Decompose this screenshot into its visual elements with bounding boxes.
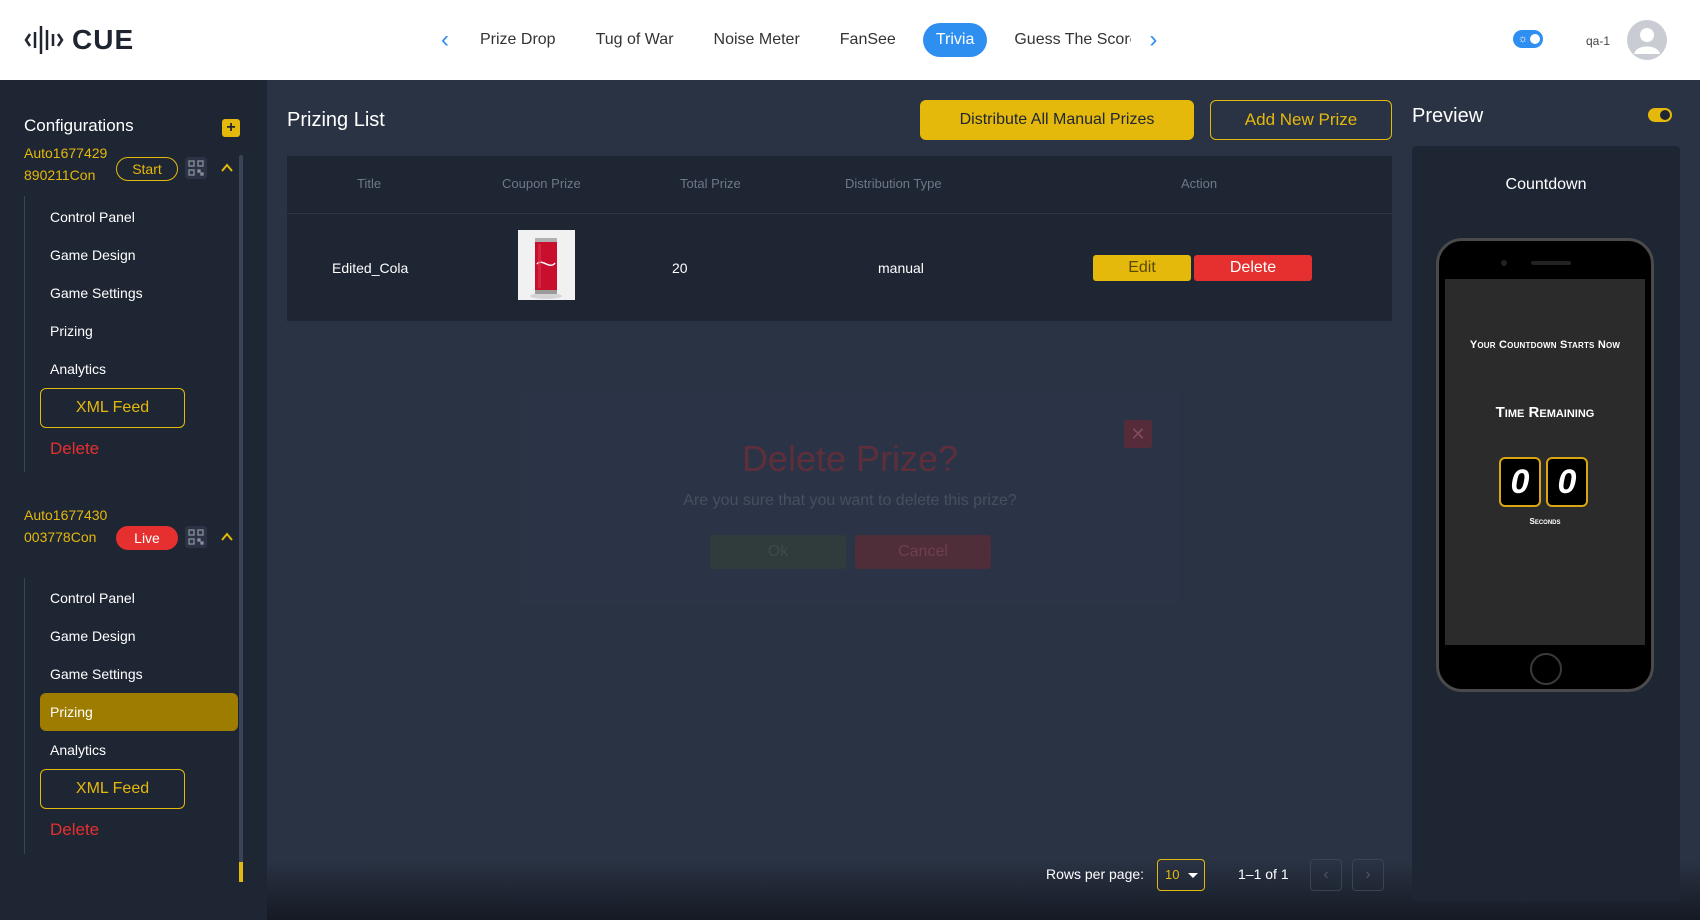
status-badge-live[interactable]: Live: [116, 526, 178, 550]
prizing-table: Title Coupon Prize Total Prize Distribut…: [287, 156, 1392, 321]
cola-can-image: [518, 230, 575, 300]
sidebar-scrollbar[interactable]: [239, 155, 243, 882]
sidebar-item-prizing[interactable]: Prizing: [40, 693, 238, 731]
xml-feed-button[interactable]: XML Feed: [40, 769, 185, 809]
chevron-up-icon[interactable]: [219, 160, 235, 176]
logo-waveform-icon: [24, 26, 64, 54]
sidebar-item-control-panel[interactable]: Control Panel: [40, 579, 238, 617]
seconds-label: Seconds: [1529, 517, 1561, 526]
sun-icon: ☼: [1518, 33, 1529, 45]
rows-per-page-label: Rows per page:: [1046, 866, 1145, 882]
tab-fansee[interactable]: FanSee: [827, 23, 909, 57]
dialog-title: Delete Prize?: [741, 438, 959, 479]
delete-prize-button[interactable]: Delete: [1194, 255, 1312, 281]
delete-config-link[interactable]: Delete: [50, 820, 99, 840]
next-page-button[interactable]: ›: [1352, 859, 1384, 891]
preview-title: Preview: [1412, 105, 1484, 127]
tab-noise-meter[interactable]: Noise Meter: [701, 23, 813, 57]
dialog-message: Are you sure that you want to delete thi…: [683, 492, 1017, 509]
username: qa-1: [1586, 34, 1611, 48]
tab-trivia[interactable]: Trivia: [922, 23, 988, 57]
countdown-heading: Your Countdown Starts Now: [1469, 339, 1621, 351]
sidebar-item-analytics[interactable]: Analytics: [40, 731, 238, 769]
toggle-knob: [1660, 110, 1670, 120]
top-bar: CUE ‹ Prize Drop Tug of War Noise Meter …: [0, 0, 1700, 80]
column-header-distribution: Distribution Type: [845, 176, 942, 191]
column-header-total: Total Prize: [680, 176, 741, 191]
sidebar-item-control-panel[interactable]: Control Panel: [40, 198, 238, 236]
home-button-icon: [1530, 653, 1562, 685]
countdown-digit: 0: [1546, 457, 1588, 507]
camera-icon: [1501, 260, 1507, 266]
cue-logo[interactable]: CUE: [24, 20, 134, 60]
tab-guess-the-score[interactable]: Guess The Score: [1001, 23, 1131, 57]
qr-code-icon[interactable]: [185, 157, 207, 179]
sidebar-item-game-design[interactable]: Game Design: [40, 236, 238, 274]
speaker-icon: [1531, 261, 1571, 265]
caret-down-icon: [1188, 873, 1198, 878]
chevron-right-icon[interactable]: ›: [1138, 20, 1168, 60]
tree-line: [24, 578, 25, 854]
rows-per-page-select[interactable]: 10: [1157, 859, 1205, 891]
theme-toggle[interactable]: ☼: [1513, 30, 1543, 48]
header-divider: [287, 213, 1392, 214]
scrollbar-thumb[interactable]: [239, 862, 243, 882]
add-new-prize-button[interactable]: Add New Prize: [1210, 100, 1392, 140]
pagination-range: 1–1 of 1: [1238, 866, 1289, 882]
xml-feed-button[interactable]: XML Feed: [40, 388, 185, 428]
time-remaining-label: Time Remaining: [1495, 404, 1595, 421]
column-header-action: Action: [1181, 176, 1218, 191]
user-icon: [1634, 28, 1660, 54]
preview-toggle[interactable]: [1648, 108, 1672, 122]
cancel-button[interactable]: Cancel: [855, 535, 991, 569]
phone-screen: Your Countdown Starts Now Time Remaining…: [1445, 279, 1645, 645]
toggle-knob: [1530, 34, 1540, 44]
chevron-up-icon[interactable]: [219, 529, 235, 545]
avatar[interactable]: [1627, 20, 1667, 60]
sidebar-title: Configurations: [24, 116, 134, 135]
chevron-left-icon[interactable]: ‹: [430, 20, 460, 60]
distribution-type-cell: manual: [878, 260, 924, 276]
sidebar-item-game-settings[interactable]: Game Settings: [40, 655, 238, 693]
countdown-digit: 0: [1499, 457, 1541, 507]
qr-code-icon[interactable]: [185, 526, 207, 548]
tab-tug-of-war[interactable]: Tug of War: [583, 23, 687, 57]
coupon-image: [518, 230, 575, 300]
brand-name: CUE: [72, 24, 135, 55]
tree-line: [24, 196, 25, 472]
column-header-title: Title: [357, 176, 382, 191]
rows-per-page-value: 10: [1165, 867, 1180, 882]
prev-page-button[interactable]: ‹: [1310, 859, 1342, 891]
delete-config-link[interactable]: Delete: [50, 439, 99, 459]
phone-mockup: Your Countdown Starts Now Time Remaining…: [1436, 238, 1654, 692]
sidebar-item-game-design[interactable]: Game Design: [40, 617, 238, 655]
tab-prize-drop[interactable]: Prize Drop: [467, 23, 569, 57]
distribute-all-button[interactable]: Distribute All Manual Prizes: [920, 100, 1194, 140]
preview-panel: Countdown Your Countdown Starts Now Time…: [1412, 146, 1680, 901]
add-config-icon[interactable]: +: [222, 119, 240, 137]
edit-prize-button[interactable]: Edit: [1093, 255, 1191, 281]
sidebar-item-analytics[interactable]: Analytics: [40, 350, 238, 388]
game-tabs: ‹ Prize Drop Tug of War Noise Meter FanS…: [430, 20, 1168, 60]
config-name[interactable]: Auto1677429890211Con: [24, 144, 114, 188]
delete-prize-dialog: ✕ Delete Prize? Are you sure that you wa…: [520, 390, 1180, 605]
prize-title-cell: Edited_Cola: [332, 260, 409, 276]
config-name[interactable]: Auto1677430003778Con: [24, 504, 114, 570]
preview-screen-label: Countdown: [1505, 176, 1587, 193]
sidebar-item-prizing[interactable]: Prizing: [40, 312, 238, 350]
total-prize-cell: 20: [672, 260, 688, 276]
page-title: Prizing List: [287, 109, 385, 131]
ok-button[interactable]: Ok: [710, 535, 846, 569]
column-header-coupon: Coupon Prize: [502, 176, 581, 191]
sidebar-item-game-settings[interactable]: Game Settings: [40, 274, 238, 312]
status-badge-start[interactable]: Start: [116, 157, 178, 181]
config-name-text: Auto1677429890211Con: [24, 145, 108, 183]
